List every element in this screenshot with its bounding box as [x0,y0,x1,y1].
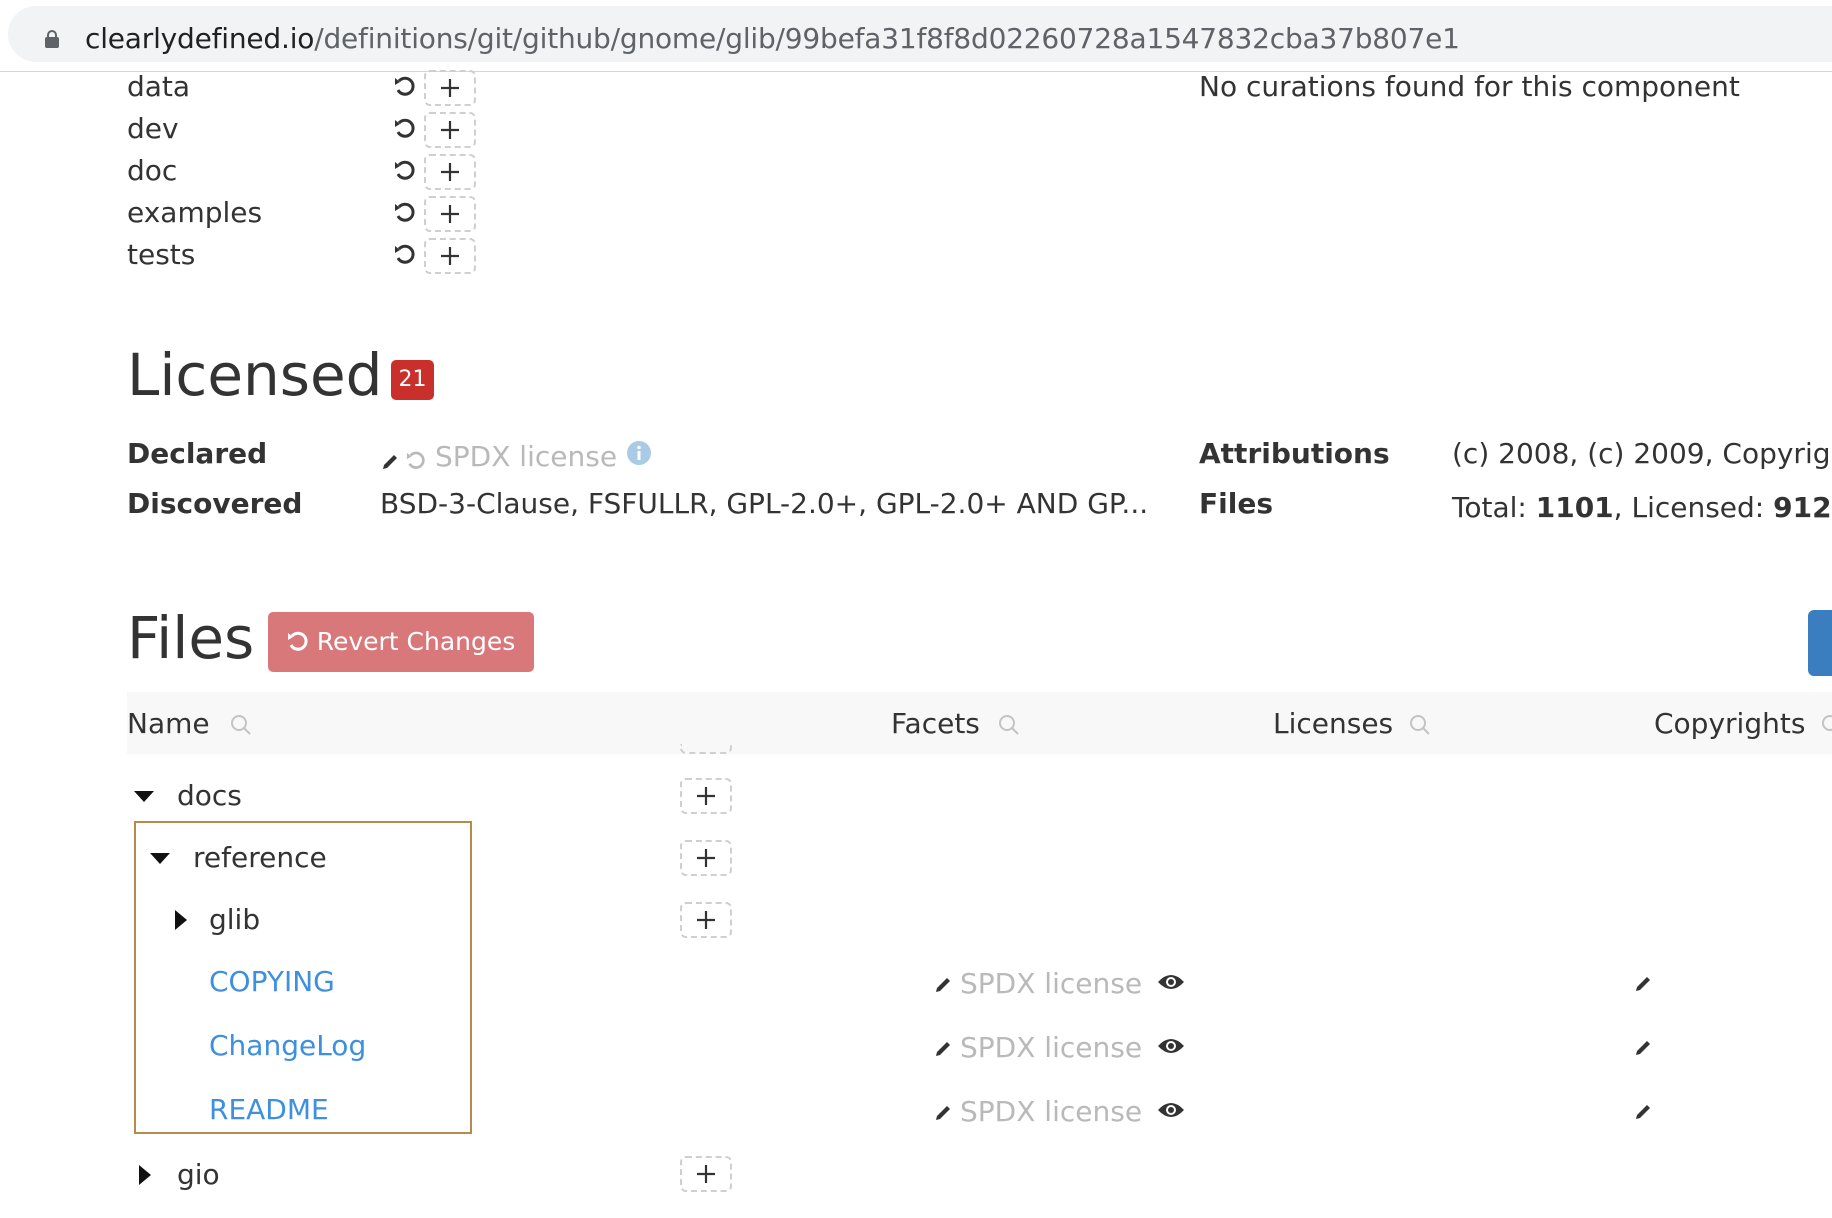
eye-icon[interactable] [1157,1036,1185,1056]
search-icon[interactable] [1821,714,1832,736]
undo-icon[interactable] [394,159,416,183]
plus-icon [697,911,715,929]
files-total-value: 1101 [1535,491,1614,524]
url-host: clearlydefined.io [85,22,315,55]
column-facets-header[interactable]: Facets [891,704,980,744]
file-license-field[interactable]: SPDX license [960,1092,1142,1132]
pencil-icon[interactable] [933,975,953,995]
eye-icon[interactable] [1157,972,1185,992]
pencil-icon[interactable] [1633,974,1653,994]
revert-changes-label: Revert Changes [316,627,516,656]
file-license-field[interactable]: SPDX license [960,1028,1142,1068]
file-link-changelog[interactable]: ChangeLog [209,1026,366,1066]
licensed-heading: Licensed [127,341,383,409]
plus-icon [697,849,715,867]
files-heading: Files [127,604,255,672]
add-facet-button[interactable] [680,778,732,814]
undo-icon[interactable] [394,201,416,225]
file-link-copying[interactable]: COPYING [209,962,335,1002]
add-facet-button[interactable] [680,840,732,876]
files-licensed-label: , Licensed: [1613,491,1774,524]
add-facet-button[interactable] [424,154,476,190]
primary-action-button[interactable] [1808,610,1832,676]
pencil-icon[interactable] [933,1039,953,1059]
info-icon[interactable] [627,441,651,465]
add-facet-button[interactable] [424,196,476,232]
address-bar[interactable]: clearlydefined.io/definitions/git/github… [8,6,1832,62]
add-facet-button[interactable] [424,238,476,274]
plus-icon [697,787,715,805]
lock-icon [45,30,59,48]
search-icon[interactable] [230,714,252,736]
plus-icon [441,79,459,97]
add-facet-button[interactable] [680,744,732,754]
column-licenses-header[interactable]: Licenses [1273,704,1393,744]
plus-icon [441,163,459,181]
add-facet-button[interactable] [424,70,476,106]
attributions-label: Attributions [1199,437,1390,470]
declared-license-field[interactable]: SPDX license [435,437,617,477]
eye-icon[interactable] [1157,1100,1185,1120]
facet-label-tests: tests [127,238,196,271]
url-text[interactable]: clearlydefined.io/definitions/git/github… [85,21,1460,57]
plus-icon [697,1165,715,1183]
caret-down-icon[interactable] [149,847,171,869]
discovered-licenses: BSD-3-Clause, FSFULLR, GPL-2.0+, GPL-2.0… [380,487,1149,520]
undo-icon[interactable] [394,75,416,99]
caret-right-icon[interactable] [170,909,192,931]
add-facet-button[interactable] [680,902,732,938]
undo-icon[interactable] [394,117,416,141]
add-facet-button[interactable] [424,112,476,148]
undo-icon [287,631,308,651]
file-license-field[interactable]: SPDX license [960,964,1142,1004]
facet-label-doc: doc [127,154,178,187]
facet-label-examples: examples [127,196,263,229]
files-total-label: Total: [1452,491,1536,524]
files-table-header: Name Facets Licenses Copyrights [127,692,1832,754]
add-facet-button[interactable] [680,1156,732,1192]
facet-label-dev: dev [127,112,179,145]
file-link-readme[interactable]: README [209,1090,329,1130]
caret-down-icon[interactable] [133,785,155,807]
undo-icon[interactable] [394,243,416,267]
caret-right-icon[interactable] [134,1164,156,1186]
tree-folder-docs[interactable]: docs [177,776,242,816]
declared-label: Declared [127,437,268,470]
curations-empty-message: No curations found for this component [1199,70,1740,103]
search-icon[interactable] [998,714,1020,736]
pencil-icon[interactable] [1633,1038,1653,1058]
pencil-icon[interactable] [933,1103,953,1123]
attributions-value: (c) 2008, (c) 2009, Copyright [1452,437,1832,470]
licensed-score-badge: 21 [391,360,434,400]
url-path: /definitions/git/github/gnome/glib/99bef… [314,22,1460,55]
tree-folder-glib[interactable]: glib [209,900,260,940]
revert-changes-button[interactable]: Revert Changes [268,612,534,672]
facet-label-data: data [127,70,191,103]
tree-folder-gio[interactable]: gio [177,1155,220,1195]
plus-icon [441,205,459,223]
files-licensed-value: 912 (83 [1773,491,1832,524]
column-name-header[interactable]: Name [127,704,210,744]
pencil-icon[interactable] [1633,1102,1653,1122]
undo-icon[interactable] [406,450,426,472]
search-icon[interactable] [1409,714,1431,736]
plus-icon [441,247,459,265]
tree-folder-reference[interactable]: reference [193,838,327,878]
discovered-label: Discovered [127,487,303,520]
column-copyrights-header[interactable]: Copyrights [1654,704,1805,744]
files-summary: Total: 1101, Licensed: 912 (83 [1452,488,1832,528]
files-label: Files [1199,487,1273,520]
pencil-icon[interactable] [380,452,400,472]
plus-icon [441,121,459,139]
